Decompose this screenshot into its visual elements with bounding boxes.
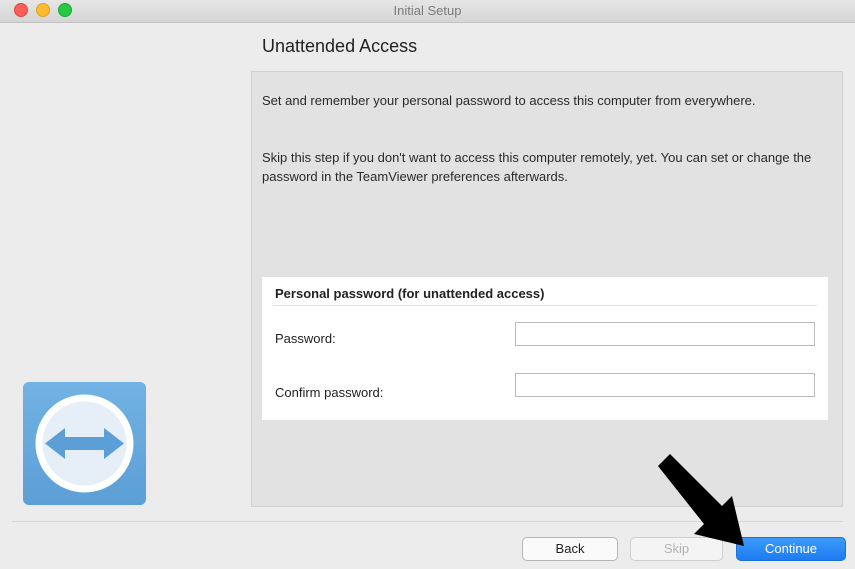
form-divider: [273, 305, 817, 306]
password-label: Password:: [275, 331, 336, 346]
page-title: Unattended Access: [262, 36, 418, 56]
description-text: Set and remember your personal password …: [262, 93, 756, 108]
pointer-arrow-icon: [658, 454, 744, 546]
back-button[interactable]: Back: [522, 537, 618, 561]
setup-window: Initial Setup Unattended Access Set and …: [0, 0, 855, 569]
confirm-password-label: Confirm password:: [275, 385, 384, 400]
confirm-password-field[interactable]: [515, 373, 815, 397]
window-title: Initial Setup: [393, 3, 462, 18]
password-field[interactable]: [515, 322, 815, 346]
skip-hint-text: Skip this step if you don't want to acce…: [262, 150, 812, 184]
form-title: Personal password (for unattended access…: [275, 286, 545, 301]
content-panel: Set and remember your personal password …: [251, 71, 843, 507]
teamviewer-logo-icon: [23, 382, 146, 505]
password-form: Personal password (for unattended access…: [262, 277, 828, 420]
title-bar: Initial Setup: [0, 0, 855, 23]
